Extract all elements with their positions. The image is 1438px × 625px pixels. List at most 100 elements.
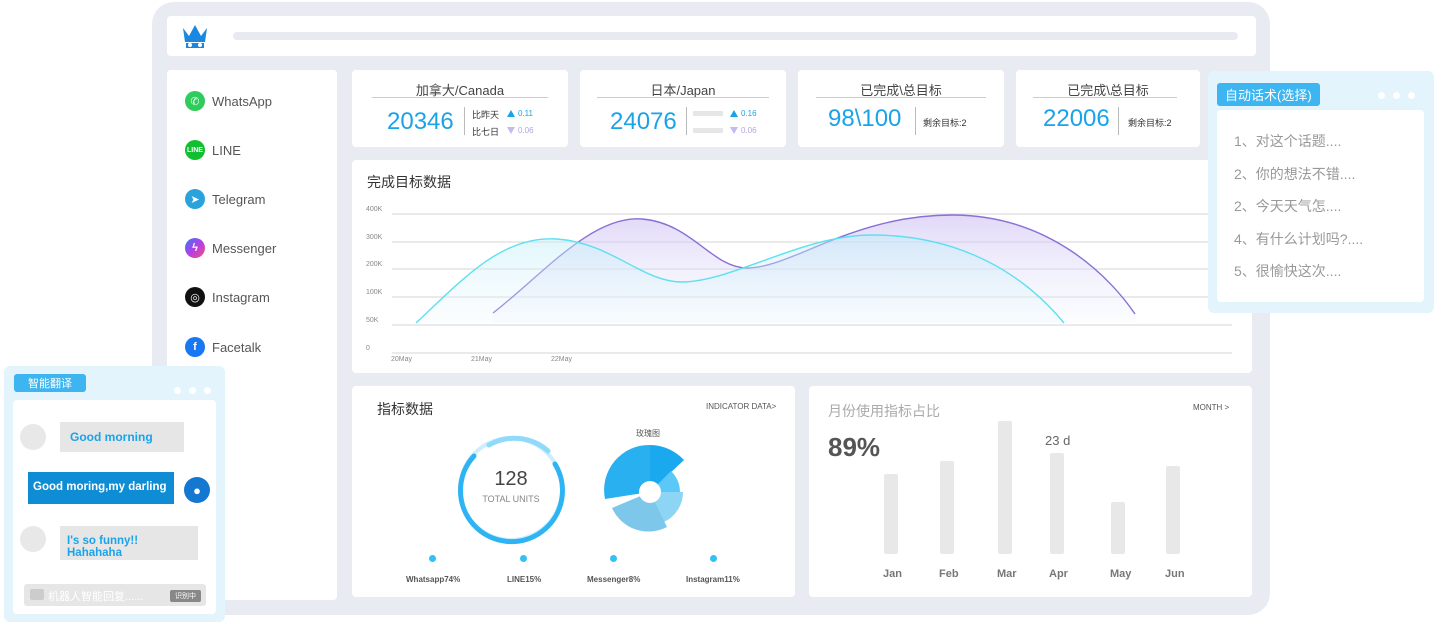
- stat-value: 98\100: [828, 105, 902, 132]
- bar-feb: [940, 460, 954, 554]
- chat-bubble-incoming: Good morning: [60, 422, 184, 452]
- vs-yesterday-label: 比昨天: [472, 110, 500, 120]
- month-label: Mar: [997, 568, 1017, 580]
- auto-script-tag: 自动话术(选择): [1217, 83, 1320, 106]
- sidebar-item-telegram[interactable]: ➤ Telegram: [185, 188, 265, 210]
- legend-label: Instagram11%: [686, 575, 740, 584]
- robot-reply-bar[interactable]: 机器人智能回复...... 识别中: [24, 584, 206, 606]
- down-percent: 0.06: [518, 126, 534, 135]
- recognizing-badge: 识别中: [170, 590, 201, 602]
- sidebar-item-line[interactable]: LINE LINE: [185, 139, 241, 161]
- placeholder-bar: [693, 128, 723, 133]
- script-option[interactable]: 4、有什么计划吗?....: [1234, 229, 1363, 249]
- crown-logo-icon: [183, 25, 207, 48]
- sidebar-item-whatsapp[interactable]: ✆ WhatsApp: [185, 90, 272, 112]
- divider: [464, 107, 465, 135]
- divider: [1033, 97, 1177, 98]
- legend-dot: [610, 555, 617, 562]
- address-bar[interactable]: [233, 32, 1238, 40]
- script-option[interactable]: 1、对这个话题....: [1234, 131, 1341, 151]
- down-arrow-icon: [507, 127, 515, 134]
- sidebar-item-label: WhatsApp: [212, 93, 272, 109]
- telegram-icon: ➤: [185, 189, 205, 209]
- script-option[interactable]: 5、很愉快这次....: [1234, 261, 1341, 281]
- bar-mar: [998, 421, 1012, 554]
- up-percent: 0.16: [741, 109, 757, 118]
- total-units-value: 128: [494, 468, 528, 490]
- whatsapp-icon: ✆: [185, 91, 205, 111]
- divider: [372, 97, 548, 98]
- divider: [1118, 107, 1119, 135]
- total-units-label: TOTAL UNITS: [482, 494, 540, 504]
- up-percent: 0.11: [518, 109, 533, 118]
- chat-bubble-incoming: I's so funny!! Hahahaha: [60, 526, 198, 560]
- month-link[interactable]: MONTH >: [1193, 403, 1229, 412]
- stat-card-progress-2: 已完成\总目标 22006 剩余目标:2: [1016, 70, 1200, 147]
- month-label: Apr: [1049, 568, 1068, 580]
- line-icon: LINE: [185, 140, 205, 160]
- legend-label: Whatsapp74%: [406, 575, 461, 584]
- user-avatar-icon: ●: [184, 477, 210, 503]
- bar-jan: [884, 474, 898, 554]
- legend-dot: [710, 555, 717, 562]
- legend-label: LINE15%: [507, 575, 542, 584]
- sidebar-item-label: Facetalk: [212, 339, 262, 355]
- x-tick-label: 22May: [551, 356, 573, 363]
- window-dots: [1370, 86, 1415, 104]
- divider: [686, 107, 687, 135]
- vs-week-label: 比七日: [472, 127, 500, 137]
- legend-label: Messenger8%: [587, 575, 641, 584]
- legend-dot: [429, 555, 436, 562]
- days-label: 23 d: [1045, 433, 1071, 448]
- divider: [915, 107, 916, 135]
- month-label: May: [1110, 568, 1132, 580]
- month-label: Feb: [939, 568, 959, 580]
- chat-bubble-outgoing: Good moring,my darling: [28, 472, 174, 504]
- down-arrow-icon: [730, 127, 738, 134]
- down-percent: 0.06: [741, 126, 757, 135]
- y-tick-label: 300K: [366, 234, 383, 241]
- stat-value: 24076: [610, 108, 677, 135]
- rose-chart-label: 玫瑰图: [636, 429, 660, 438]
- sidebar-item-facetalk[interactable]: f Facetalk: [185, 336, 261, 358]
- legend-dot: [520, 555, 527, 562]
- script-option[interactable]: 2、今天天气怎....: [1234, 196, 1341, 216]
- facebook-icon: f: [185, 337, 205, 357]
- sidebar-item-instagram[interactable]: ◎ Instagram: [185, 286, 270, 308]
- stat-card-japan: 日本/Japan 24076 0.16 0.06: [580, 70, 786, 147]
- y-tick-label: 400K: [366, 206, 383, 213]
- y-tick-label: 200K: [366, 261, 383, 268]
- messenger-icon: ϟ: [185, 238, 205, 258]
- bar-may: [1111, 502, 1125, 554]
- indicator-data-link[interactable]: INDICATOR DATA>: [706, 402, 776, 411]
- goal-line-chart: 400K 300K 200K 100K 50K 0 20May 21May 22May: [366, 206, 1232, 363]
- month-label: Jan: [883, 568, 902, 580]
- stat-value: 20346: [387, 108, 454, 135]
- usage-percent: 89%: [828, 432, 881, 462]
- script-option[interactable]: 2、你的想法不错....: [1234, 164, 1355, 184]
- translate-tag: 智能翻译: [14, 374, 86, 392]
- contact-avatar: [20, 526, 46, 552]
- divider: [816, 97, 986, 98]
- sidebar-item-label: Messenger: [212, 240, 277, 256]
- y-tick-label: 100K: [366, 289, 383, 296]
- indicator-title: 指标数据: [377, 401, 433, 417]
- sidebar-item-label: Instagram: [212, 289, 270, 305]
- stat-card-progress-1: 已完成\总目标 98\100 剩余目标:2: [798, 70, 1004, 147]
- instagram-icon: ◎: [185, 287, 205, 307]
- monthly-title: 月份使用指标占比: [828, 403, 940, 419]
- y-tick-label: 50K: [366, 317, 379, 324]
- bar-apr: [1050, 452, 1064, 554]
- stat-value: 22006: [1043, 105, 1110, 132]
- x-tick-label: 20May: [391, 356, 413, 363]
- up-arrow-icon: [507, 110, 515, 117]
- indicator-card: 指标数据 INDICATOR DATA> 128 TOTAL UNITS 玫瑰图…: [352, 386, 795, 597]
- up-arrow-icon: [730, 110, 738, 117]
- rose-chart: [604, 444, 684, 532]
- remaining-goal: 剩余目标:2: [923, 118, 967, 128]
- y-tick-label: 0: [366, 345, 370, 352]
- placeholder-bar: [693, 111, 723, 116]
- sidebar-item-messenger[interactable]: ϟ Messenger: [185, 237, 276, 259]
- sidebar-item-label: Telegram: [212, 191, 266, 207]
- stat-card-canada: 加拿大/Canada 20346 比昨天 比七日 0.11 0.06: [352, 70, 568, 147]
